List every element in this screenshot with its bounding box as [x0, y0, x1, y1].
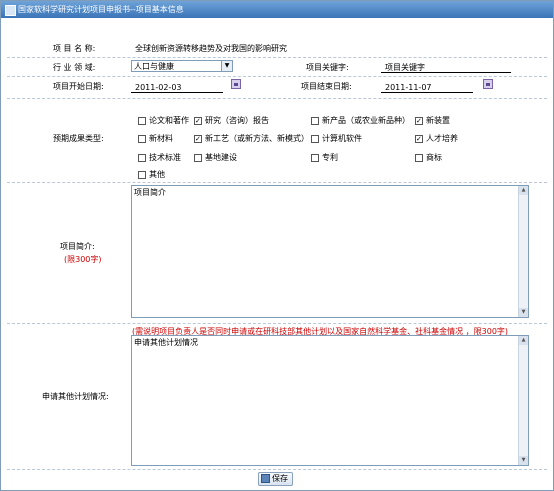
save-icon — [261, 474, 270, 483]
scroll-up-icon[interactable]: ▲ — [519, 186, 528, 195]
divider — [7, 182, 547, 183]
intro-text: 项目简介 — [134, 188, 166, 197]
window-title: 国家软科学研究计划项目申报书--项目基本信息 — [18, 5, 184, 14]
start-date-field[interactable]: 2011-02-03 — [135, 83, 182, 92]
checkbox-label: 新材料 — [149, 134, 173, 143]
calendar-icon[interactable] — [483, 79, 493, 89]
checkbox[interactable] — [138, 134, 146, 143]
outcome-checkbox[interactable]: 其他 — [138, 169, 165, 180]
outcome-checkbox[interactable]: 新工艺（或新方法、新模式） — [194, 133, 309, 144]
outcome-checkbox[interactable]: 人才培养 — [415, 133, 458, 144]
outcome-checkbox[interactable]: 商标 — [415, 152, 442, 163]
project-name-label: 项 目 名 称: — [53, 44, 96, 53]
checkbox-label: 基地建设 — [205, 153, 237, 162]
title-bar: 国家软科学研究计划项目申报书--项目基本信息 — [1, 1, 553, 18]
outcome-checkbox[interactable]: 新材料 — [138, 133, 173, 144]
form-window: 国家软科学研究计划项目申报书--项目基本信息 项 目 名 称: 全球创新资源转移… — [0, 0, 554, 491]
outcome-checkbox[interactable]: 新装置 — [415, 115, 450, 126]
calendar-icon[interactable] — [231, 79, 241, 89]
end-date-label: 项目结束日期: — [301, 82, 352, 91]
window-icon — [5, 5, 16, 16]
outcome-checkbox[interactable]: 基地建设 — [194, 152, 237, 163]
project-name-value: 全球创新资源转移趋势及对我国的影响研究 — [135, 44, 287, 53]
checkbox-label: 技术标准 — [149, 153, 181, 162]
checkbox[interactable] — [311, 116, 319, 125]
checkbox[interactable] — [138, 170, 146, 179]
scroll-down-icon[interactable]: ▼ — [519, 308, 528, 317]
checkbox-label: 商标 — [426, 153, 442, 162]
checkbox[interactable] — [138, 116, 146, 125]
outcome-checkbox[interactable]: 技术标准 — [138, 152, 181, 163]
start-date-label: 项目开始日期: — [53, 82, 104, 91]
checkbox[interactable] — [311, 153, 319, 162]
outcome-type-label: 预期成果类型: — [53, 134, 104, 143]
end-date-field[interactable]: 2011-11-07 — [385, 83, 432, 92]
checkbox-label: 其他 — [149, 170, 165, 179]
save-button[interactable]: 保存 — [258, 472, 293, 486]
checkbox[interactable] — [415, 134, 423, 143]
divider — [7, 469, 547, 470]
keyword-underline — [381, 72, 511, 73]
industry-select[interactable]: 人口与健康 ▼ — [131, 60, 233, 72]
checkbox-label: 论文和著作 — [149, 116, 189, 125]
divider — [7, 76, 547, 77]
checkbox[interactable] — [415, 153, 423, 162]
divider — [7, 98, 547, 99]
outcome-checkbox[interactable]: 论文和著作 — [138, 115, 189, 126]
checkbox[interactable] — [415, 116, 423, 125]
checkbox-label: 研究（咨询）报告 — [205, 116, 269, 125]
intro-textarea[interactable]: 项目简介 ▲ ▼ — [131, 185, 529, 318]
checkbox[interactable] — [311, 134, 319, 143]
outcome-checkbox[interactable]: 新产品（或农业新品种） — [311, 115, 410, 126]
other-plans-text: 申请其他计划情况 — [134, 338, 198, 347]
save-button-label: 保存 — [272, 474, 288, 483]
checkbox-label: 新装置 — [426, 116, 450, 125]
checkbox[interactable] — [194, 116, 202, 125]
industry-label: 行 业 领 域: — [53, 63, 96, 72]
checkbox[interactable] — [194, 153, 202, 162]
scroll-down-icon[interactable]: ▼ — [519, 456, 528, 465]
scrollbar[interactable]: ▲ ▼ — [518, 186, 528, 317]
checkbox-label: 人才培养 — [426, 134, 458, 143]
divider — [7, 323, 547, 324]
intro-label: 项目简介: — [60, 242, 95, 251]
checkbox-label: 新工艺（或新方法、新模式） — [205, 134, 309, 143]
checkbox-label: 新产品（或农业新品种） — [322, 116, 410, 125]
checkbox-label: 专利 — [322, 153, 338, 162]
industry-select-value: 人口与健康 — [134, 62, 174, 71]
scrollbar[interactable]: ▲ ▼ — [518, 336, 528, 465]
keyword-label: 项目关键字: — [306, 63, 349, 72]
end-date-underline — [381, 92, 473, 93]
other-plans-textarea[interactable]: 申请其他计划情况 ▲ ▼ — [131, 335, 529, 466]
intro-limit: (限300字) — [64, 255, 102, 264]
scroll-up-icon[interactable]: ▲ — [519, 336, 528, 345]
outcome-checkbox[interactable]: 计算机软件 — [311, 133, 362, 144]
checkbox-label: 计算机软件 — [322, 134, 362, 143]
chevron-down-icon[interactable]: ▼ — [221, 61, 232, 71]
checkbox[interactable] — [194, 134, 202, 143]
outcome-checkbox[interactable]: 专利 — [311, 152, 338, 163]
start-date-underline — [131, 92, 223, 93]
divider — [7, 57, 547, 58]
other-plans-label: 申请其他计划情况: — [42, 392, 109, 401]
outcome-checkbox[interactable]: 研究（咨询）报告 — [194, 115, 269, 126]
checkbox[interactable] — [138, 153, 146, 162]
